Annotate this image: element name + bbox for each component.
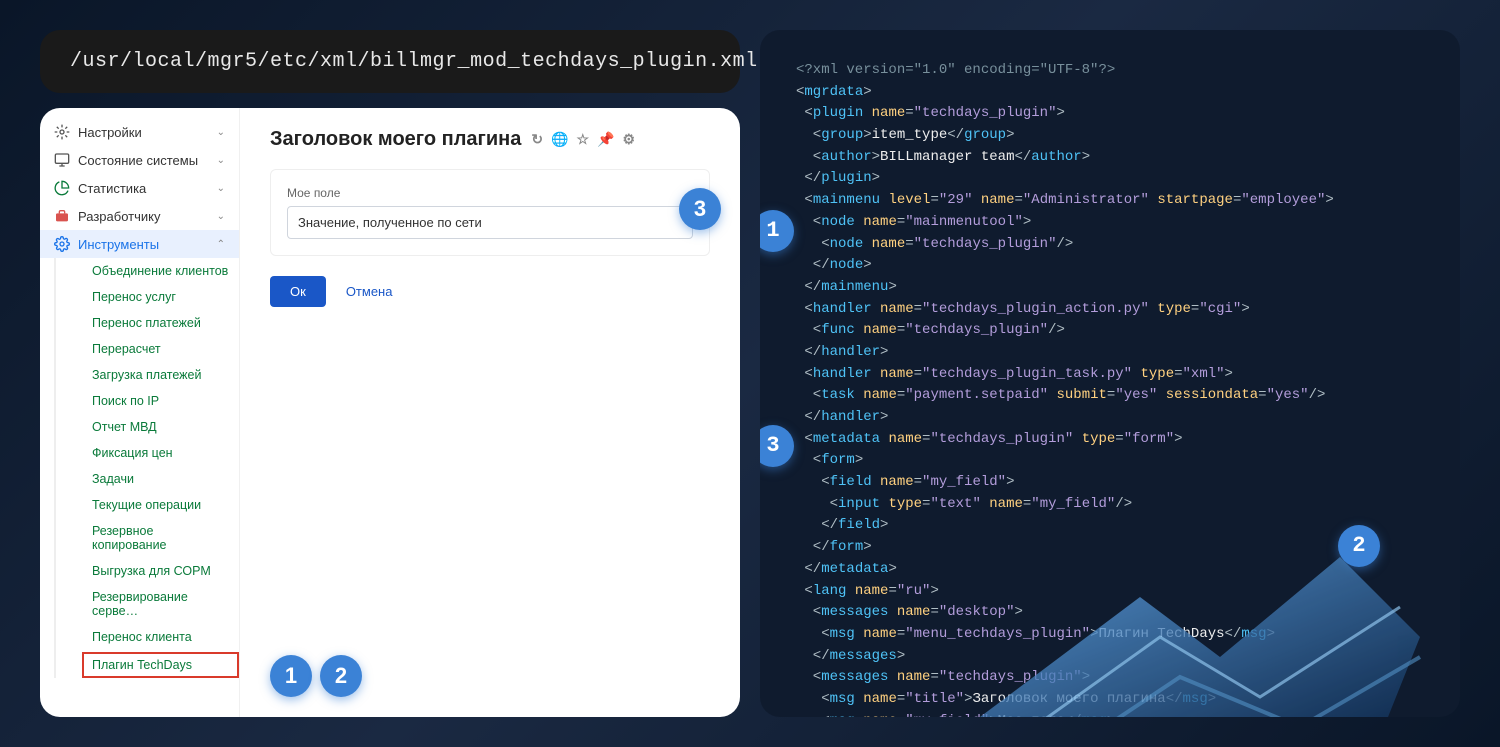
sidebar-section-label: Состояние системы bbox=[78, 153, 198, 168]
submenu-item[interactable]: Отчет МВД bbox=[82, 414, 239, 440]
page-title-row: Заголовок моего плагина ↻ 🌐 ☆ 📌 ⚙ bbox=[270, 128, 710, 151]
badge-2-code: 2 bbox=[1338, 525, 1380, 567]
submenu-item[interactable]: Перенос услуг bbox=[82, 284, 239, 310]
sidebar-section-system-state[interactable]: Состояние системы ⌄ bbox=[40, 146, 239, 174]
chevron-down-icon: ⌄ bbox=[217, 211, 225, 222]
submenu-item[interactable]: Перерасчет bbox=[82, 336, 239, 362]
badge-1: 1 bbox=[270, 655, 312, 697]
badge-1-code: 1 bbox=[760, 210, 794, 252]
submenu-item[interactable]: Перенос клиента bbox=[82, 624, 239, 650]
submenu-item[interactable]: Поиск по IP bbox=[82, 388, 239, 414]
code-panel: <?xml version="1.0" encoding="UTF-8"?><m… bbox=[760, 30, 1460, 717]
submenu-item[interactable]: Перенос платежей bbox=[82, 310, 239, 336]
badge-3-code: 3 bbox=[760, 425, 794, 467]
cancel-button[interactable]: Отмена bbox=[346, 284, 393, 299]
chevron-down-icon: ⌄ bbox=[217, 155, 225, 166]
pie-chart-icon bbox=[54, 180, 70, 196]
page-title: Заголовок моего плагина bbox=[270, 128, 521, 151]
sidebar-section-label: Статистика bbox=[78, 181, 146, 196]
toolbox-icon bbox=[54, 208, 70, 224]
submenu-item[interactable]: Задачи bbox=[82, 466, 239, 492]
submenu-item[interactable]: Текущие операции bbox=[82, 492, 239, 518]
chevron-down-icon: ⌄ bbox=[217, 183, 225, 194]
form-card: Мое поле 3 bbox=[270, 169, 710, 256]
cog-icon bbox=[54, 236, 70, 252]
monitor-icon bbox=[54, 152, 70, 168]
sidebar-section-tools[interactable]: Инструменты ⌃ bbox=[40, 230, 239, 258]
submenu-item[interactable]: Резервное копирование bbox=[82, 518, 239, 558]
file-path-bar: /usr/local/mgr5/etc/xml/billmgr_mod_tech… bbox=[40, 30, 740, 93]
sidebar-section-label: Инструменты bbox=[78, 237, 159, 252]
badge-2: 2 bbox=[320, 655, 362, 697]
submenu-item[interactable]: Выгрузка для СОРМ bbox=[82, 558, 239, 584]
submenu-item-plugin-techdays[interactable]: Плагин TechDays bbox=[82, 652, 239, 678]
globe-icon[interactable]: 🌐 bbox=[551, 131, 568, 148]
badge-3: 3 bbox=[679, 188, 721, 230]
refresh-icon[interactable]: ↻ bbox=[531, 131, 543, 148]
field-label: Мое поле bbox=[287, 186, 693, 200]
settings-icon[interactable]: ⚙ bbox=[623, 131, 636, 148]
star-icon[interactable]: ☆ bbox=[577, 131, 590, 148]
sidebar: Настройки ⌄ Состояние системы ⌄ Статисти… bbox=[40, 108, 240, 717]
my-field-input[interactable] bbox=[287, 206, 693, 239]
submenu-item[interactable]: Загрузка платежей bbox=[82, 362, 239, 388]
code-block: <?xml version="1.0" encoding="UTF-8"?><m… bbox=[796, 60, 1424, 717]
ok-button[interactable]: Ок bbox=[270, 276, 326, 307]
submenu-item[interactable]: Резервирование серве… bbox=[82, 584, 239, 624]
content-area: Заголовок моего плагина ↻ 🌐 ☆ 📌 ⚙ Мое по… bbox=[240, 108, 740, 717]
sidebar-section-developer[interactable]: Разработчику ⌄ bbox=[40, 202, 239, 230]
app-panel: Настройки ⌄ Состояние системы ⌄ Статисти… bbox=[40, 108, 740, 717]
sidebar-section-statistics[interactable]: Статистика ⌄ bbox=[40, 174, 239, 202]
submenu-item[interactable]: Фиксация цен bbox=[82, 440, 239, 466]
gear-icon bbox=[54, 124, 70, 140]
submenu-item[interactable]: Объединение клиентов bbox=[82, 258, 239, 284]
chevron-down-icon: ⌄ bbox=[217, 127, 225, 138]
submenu: Объединение клиентов Перенос услуг Перен… bbox=[54, 258, 239, 678]
chevron-up-icon: ⌃ bbox=[217, 239, 225, 250]
pin-icon[interactable]: 📌 bbox=[597, 131, 614, 148]
sidebar-section-settings[interactable]: Настройки ⌄ bbox=[40, 118, 239, 146]
sidebar-section-label: Разработчику bbox=[78, 209, 160, 224]
sidebar-section-label: Настройки bbox=[78, 125, 142, 140]
